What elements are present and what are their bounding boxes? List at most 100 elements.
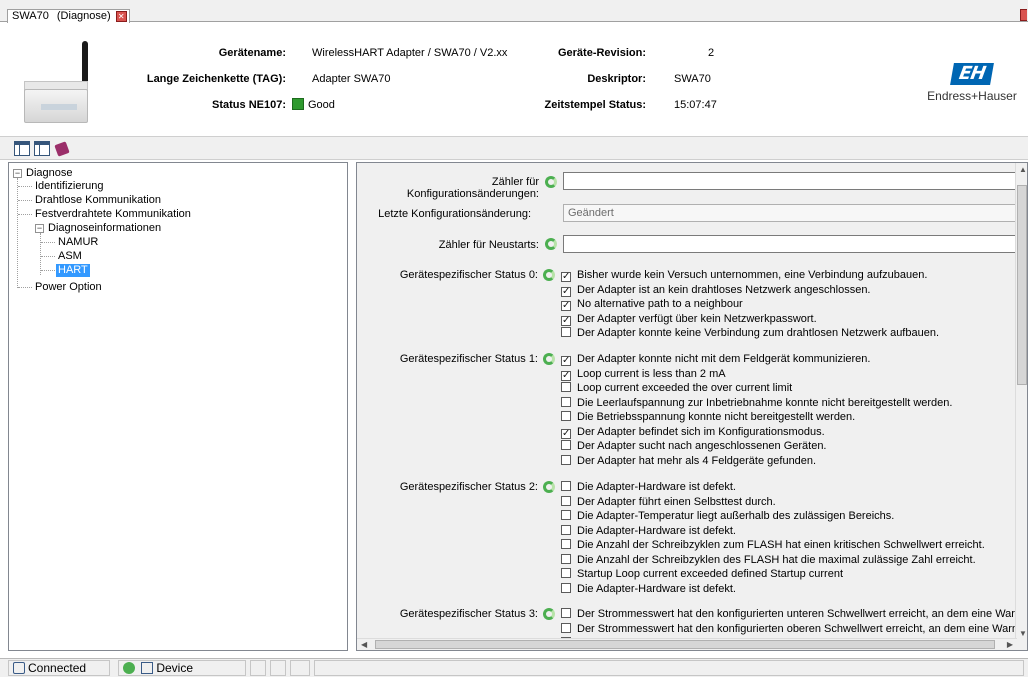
checkbox[interactable] bbox=[561, 411, 571, 421]
tree-item-power-option[interactable]: Power Option bbox=[33, 281, 104, 294]
close-icon[interactable]: ✕ bbox=[115, 11, 127, 22]
tree-item-diagnoseinformationen[interactable]: Diagnoseinformationen bbox=[46, 222, 163, 235]
checkbox[interactable]: ✓ bbox=[561, 370, 571, 381]
status1-item[interactable]: ✓ Loop current is less than 2 mA bbox=[561, 368, 726, 381]
status2-item[interactable]: Startup Loop current exceeded defined St… bbox=[561, 568, 843, 581]
checkbox-label: Der Adapter sucht nach angeschlossenen G… bbox=[577, 440, 827, 452]
help-book-icon[interactable] bbox=[54, 141, 70, 157]
scroll-thumb[interactable] bbox=[375, 640, 995, 649]
status1-item[interactable]: Der Adapter sucht nach angeschlossenen G… bbox=[561, 440, 827, 453]
status-cell bbox=[270, 660, 286, 676]
checkbox[interactable] bbox=[561, 510, 571, 520]
device-name-label: Gerätename: bbox=[218, 47, 286, 59]
checkbox-label: Der Adapter konnte nicht mit dem Feldger… bbox=[577, 353, 871, 365]
status1-item[interactable]: ✓ Der Adapter befindet sich im Konfigurat… bbox=[561, 426, 825, 439]
checkbox[interactable]: ✓ bbox=[561, 301, 571, 311]
status1-item[interactable]: Die Betriebsspannung konnte nicht bereit… bbox=[561, 411, 855, 424]
collapse-icon[interactable]: − bbox=[13, 169, 22, 178]
status2-item[interactable]: Die Adapter-Hardware ist defekt. bbox=[561, 582, 736, 596]
status0-item[interactable]: ✓ No alternative path to a neighbour bbox=[561, 298, 743, 311]
restart-counter-field[interactable] bbox=[563, 235, 1019, 253]
status1-item[interactable]: Loop current exceeded the over current l… bbox=[561, 382, 792, 395]
last-change-field[interactable]: Geändert bbox=[563, 204, 1019, 222]
scroll-thumb[interactable] bbox=[1017, 185, 1027, 385]
tree-item-namur[interactable]: NAMUR bbox=[56, 236, 100, 249]
device-icon bbox=[141, 662, 154, 674]
checkbox[interactable] bbox=[561, 524, 571, 535]
timestamp-value: 15:07:47 bbox=[674, 99, 717, 111]
tree-item-drahtlose-kommunikation[interactable]: Drahtlose Kommunikation bbox=[33, 194, 163, 207]
checkbox-label: Loop current exceeded the over current l… bbox=[577, 382, 793, 394]
checkbox[interactable] bbox=[561, 568, 571, 578]
checkbox[interactable] bbox=[561, 539, 571, 549]
layout-vertical-icon[interactable] bbox=[34, 141, 50, 156]
refresh-icon[interactable] bbox=[545, 238, 557, 250]
refresh-icon[interactable] bbox=[543, 269, 555, 281]
tree-item-hart[interactable]: HART bbox=[56, 264, 90, 277]
horizontal-scrollbar[interactable]: ◀ ▶ bbox=[357, 638, 1017, 650]
status0-item[interactable]: ✓ Der Adapter verfügt über kein Netzwerkp… bbox=[561, 313, 817, 326]
collapse-icon[interactable]: − bbox=[35, 224, 44, 233]
device-text: Device bbox=[156, 661, 194, 675]
checkbox[interactable] bbox=[561, 622, 571, 633]
checkbox[interactable] bbox=[561, 481, 571, 491]
status2-item[interactable]: Der Adapter führt einen Selbsttest durch… bbox=[561, 495, 776, 509]
status3-item[interactable]: Der Strommesswert hat den konfigurierten… bbox=[561, 608, 1027, 621]
config-counter-label: Zähler für Konfigurationsänderungen: bbox=[406, 176, 539, 200]
checkbox[interactable]: ✓ bbox=[561, 315, 571, 326]
checkbox-label: Die Adapter-Temperatur liegt außerhalb d… bbox=[577, 510, 895, 522]
checkbox-label: No alternative path to a neighbour bbox=[577, 298, 743, 310]
status1-label: Gerätespezifischer Status 1: bbox=[399, 353, 538, 365]
checkbox[interactable] bbox=[561, 608, 571, 618]
status1-item[interactable]: ✓ Der Adapter konnte nicht mit dem Feldge… bbox=[561, 353, 870, 366]
checkbox[interactable] bbox=[561, 454, 571, 465]
refresh-icon[interactable] bbox=[545, 176, 557, 188]
config-counter-field[interactable] bbox=[563, 172, 1019, 190]
checkbox[interactable] bbox=[561, 382, 571, 392]
layout-horizontal-icon[interactable] bbox=[14, 141, 30, 156]
status0-item[interactable]: Der Adapter konnte keine Verbindung zum … bbox=[561, 327, 939, 340]
status2-item[interactable]: Die Adapter-Temperatur liegt außerhalb d… bbox=[561, 510, 894, 523]
checkbox-label: Loop current is less than 2 mA bbox=[577, 367, 726, 380]
checkbox[interactable] bbox=[561, 553, 571, 564]
refresh-icon[interactable] bbox=[543, 608, 555, 620]
checkbox-label: Der Adapter verfügt über kein Netzwerkpa… bbox=[577, 312, 817, 325]
checkbox[interactable] bbox=[561, 327, 571, 337]
tag-label: Lange Zeichenkette (TAG): bbox=[146, 73, 286, 85]
network-icon bbox=[290, 660, 310, 676]
vertical-scrollbar[interactable]: ▲ ▼ bbox=[1015, 163, 1027, 650]
status1-item[interactable]: Der Adapter hat mehr als 4 Feldgeräte ge… bbox=[561, 454, 816, 468]
tree-item-diagnose[interactable]: Diagnose bbox=[24, 167, 74, 180]
status0-item[interactable]: ✓ Bisher wurde kein Versuch unternommen, … bbox=[561, 269, 927, 282]
status2-item[interactable]: Die Anzahl der Schreibzyklen zum FLASH h… bbox=[561, 539, 985, 552]
tag-value: Adapter SWA70 bbox=[312, 73, 391, 85]
status2-item[interactable]: Die Anzahl der Schreibzyklen des FLASH h… bbox=[561, 553, 976, 567]
refresh-icon[interactable] bbox=[543, 353, 555, 365]
checkbox[interactable] bbox=[561, 440, 571, 450]
tab-swa70-diagnose[interactable]: SWA70 (Diagnose) ✕ bbox=[7, 9, 130, 24]
status0-item[interactable]: ✓ Der Adapter ist an kein drahtloses Netz… bbox=[561, 284, 871, 297]
status1-item[interactable]: Die Leerlaufspannung zur Inbetriebnahme … bbox=[561, 396, 952, 410]
checkbox-label: Die Anzahl der Schreibzyklen des FLASH h… bbox=[577, 553, 976, 566]
window-close-icon[interactable] bbox=[1020, 9, 1027, 21]
tree-item-festverdrahtete-kommunikation[interactable]: Festverdrahtete Kommunikation bbox=[33, 208, 193, 221]
device-image bbox=[18, 41, 98, 127]
tab-title: SWA70 bbox=[12, 10, 49, 22]
tree-item-identifizierung[interactable]: Identifizierung bbox=[33, 180, 106, 193]
status3-item[interactable]: Der Strommesswert hat den konfigurierten… bbox=[561, 622, 1028, 636]
checkbox[interactable]: ✓ bbox=[561, 286, 571, 297]
checkbox[interactable]: ✓ bbox=[561, 356, 571, 366]
status-cell bbox=[250, 660, 266, 676]
checkbox[interactable] bbox=[561, 582, 571, 593]
endress-hauser-logo: EH Endress+Hauser bbox=[924, 63, 1020, 103]
status2-item[interactable]: Die Adapter-Hardware ist defekt. bbox=[561, 524, 736, 538]
checkbox[interactable]: ✓ bbox=[561, 272, 571, 282]
refresh-icon[interactable] bbox=[543, 481, 555, 493]
checkbox-label: Der Strommesswert hat den konfigurierten… bbox=[577, 622, 1028, 635]
tree-item-asm[interactable]: ASM bbox=[56, 250, 84, 263]
checkbox[interactable] bbox=[561, 495, 571, 506]
status2-item[interactable]: Die Adapter-Hardware ist defekt. bbox=[561, 481, 736, 494]
checkbox[interactable]: ✓ bbox=[561, 428, 571, 439]
checkbox[interactable] bbox=[561, 396, 571, 407]
diagnose-pane: Zähler für Konfigurationsänderungen: Let… bbox=[356, 162, 1028, 651]
